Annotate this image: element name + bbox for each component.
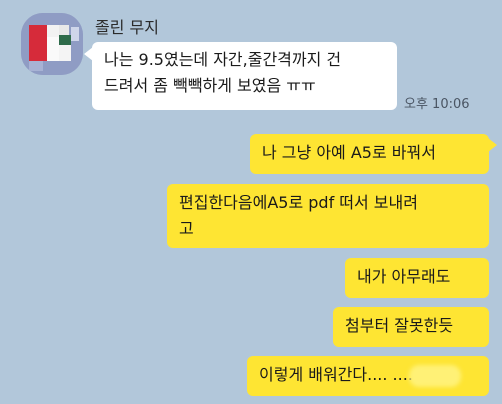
outgoing-message-bubble[interactable]: 편집한다음에A5로 pdf 떠서 보내려 고 [167,184,489,248]
message-timestamp: 오후 10:06 [404,97,470,112]
redacted-text-blur [409,365,461,387]
outgoing-message-text: 첨부터 잘못한듯 [345,316,454,335]
profile-avatar[interactable] [21,13,83,75]
sender-name: 졸린 무지 [95,18,159,37]
outgoing-message-line: 편집한다음에A5로 pdf 떠서 보내려 [179,193,418,212]
incoming-message-bubble[interactable]: 나는 9.5였는데 자간,줄간격까지 건 드려서 좀 빽빽하게 보였음 ㅠㅠ [92,42,397,110]
outgoing-message-bubble[interactable]: 나 그냥 아예 A5로 바꿔서 [250,134,489,174]
outgoing-bubble-tail [488,138,497,152]
outgoing-message-text: 이렇게 배워간다.... .... [259,365,413,384]
incoming-message-line: 드려서 좀 빽빽하게 보였음 ㅠㅠ [104,76,316,95]
outgoing-message-bubble[interactable]: 내가 아무래도 [345,258,489,298]
outgoing-message-text: 나 그냥 아예 A5로 바꿔서 [262,143,436,162]
outgoing-message-text: 내가 아무래도 [357,267,451,286]
incoming-message-line: 나는 9.5였는데 자간,줄간격까지 건 [104,50,342,69]
outgoing-message-bubble[interactable]: 첨부터 잘못한듯 [333,307,489,347]
outgoing-message-line: 고 [179,219,194,238]
